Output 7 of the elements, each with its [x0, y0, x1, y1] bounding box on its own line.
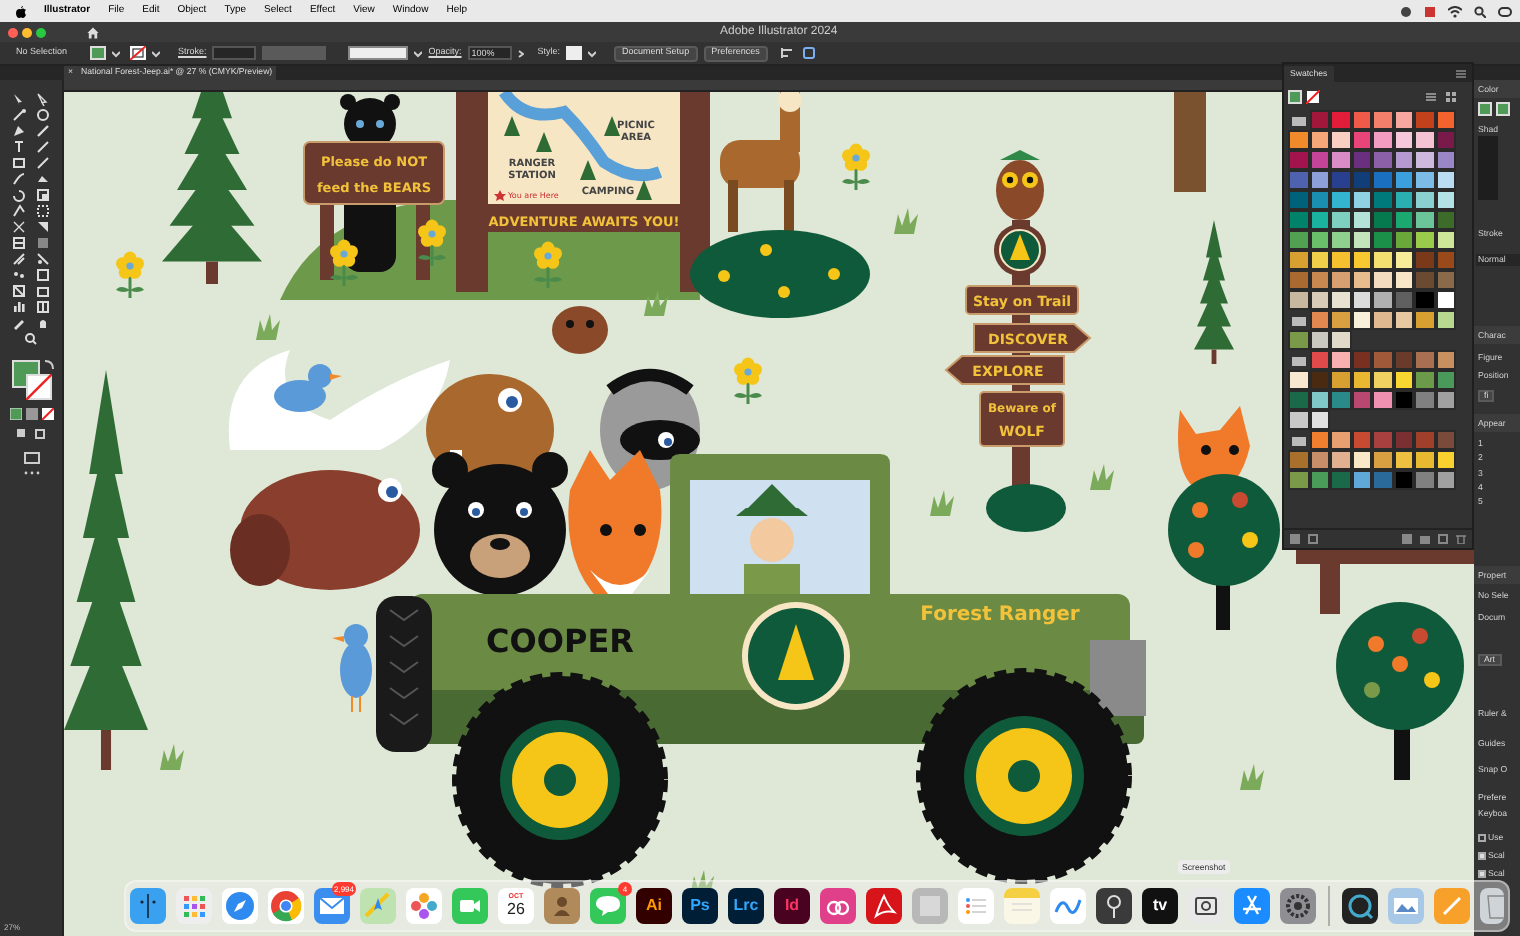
jeep-name-text: COOPER — [486, 622, 634, 660]
jeep-title-text: Forest Ranger — [920, 604, 1080, 626]
app-icon[interactable]: Ai — [636, 888, 672, 924]
tv-icon[interactable]: tv — [1142, 888, 1178, 924]
app-icon[interactable]: Ps — [682, 888, 718, 924]
app-icon[interactable]: Lrc — [728, 888, 764, 924]
app-icon[interactable]: Id — [774, 888, 810, 924]
